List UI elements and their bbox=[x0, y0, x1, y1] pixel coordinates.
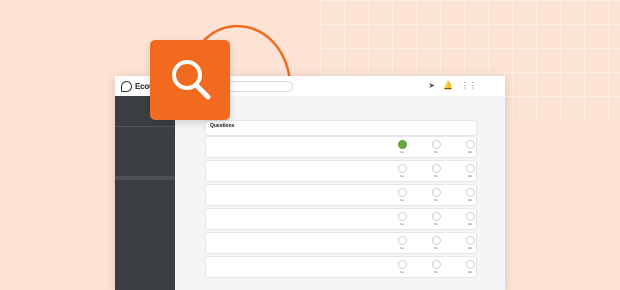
sidebar-item[interactable] bbox=[115, 168, 175, 172]
answer-option-label: No bbox=[434, 247, 438, 250]
radio-selected[interactable] bbox=[397, 140, 407, 149]
questions-title: Questions bbox=[210, 123, 235, 129]
answer-option-label: N/A bbox=[468, 199, 472, 202]
radio-button[interactable] bbox=[465, 188, 475, 197]
radio-button[interactable] bbox=[465, 140, 475, 149]
answer-option[interactable]: N/A bbox=[464, 140, 476, 154]
question-row: Yes No N/A bbox=[205, 136, 477, 158]
answer-option[interactable]: Yes bbox=[396, 212, 408, 226]
radio-button[interactable] bbox=[431, 260, 441, 269]
sidebar-item[interactable] bbox=[115, 191, 175, 195]
radio-button[interactable] bbox=[397, 164, 407, 173]
sidebar-item[interactable] bbox=[115, 198, 175, 202]
answer-option[interactable]: No bbox=[430, 164, 442, 178]
answer-option-label: N/A bbox=[468, 175, 472, 178]
sidebar-item[interactable] bbox=[115, 142, 175, 146]
answer-option-label: Yes bbox=[400, 247, 404, 250]
sidebar-item[interactable] bbox=[115, 250, 175, 254]
answer-option[interactable]: Yes bbox=[396, 236, 408, 250]
radio-button[interactable] bbox=[431, 188, 441, 197]
send-icon[interactable]: ➤ bbox=[428, 81, 435, 90]
answer-option-label: Yes bbox=[400, 175, 404, 178]
answer-option[interactable]: N/A bbox=[464, 164, 476, 178]
answer-option-label: No bbox=[434, 223, 438, 226]
answer-option[interactable]: No bbox=[430, 140, 442, 154]
main-content: Questions Yes No N/A Yes No N/A Yes No N/A Yes No N… bbox=[175, 96, 505, 290]
question-row: Yes No N/A bbox=[205, 256, 477, 278]
answer-option[interactable]: N/A bbox=[464, 236, 476, 250]
radio-button[interactable] bbox=[465, 212, 475, 221]
answer-option[interactable]: No bbox=[430, 236, 442, 250]
radio-button[interactable] bbox=[397, 188, 407, 197]
radio-button[interactable] bbox=[431, 212, 441, 221]
question-row: Yes No N/A bbox=[205, 184, 477, 206]
answer-option-label: No bbox=[434, 151, 438, 154]
answer-option[interactable]: No bbox=[430, 188, 442, 202]
answer-option-label: Yes bbox=[400, 199, 404, 202]
answer-option-label: No bbox=[434, 175, 438, 178]
sidebar-item[interactable] bbox=[115, 128, 175, 132]
question-row: Yes No N/A bbox=[205, 160, 477, 182]
sidebar bbox=[115, 96, 175, 290]
answer-option[interactable]: No bbox=[430, 260, 442, 274]
answer-option-label: Yes bbox=[400, 223, 404, 226]
answer-option[interactable]: No bbox=[430, 212, 442, 226]
logo-icon bbox=[121, 80, 132, 92]
radio-button[interactable] bbox=[397, 260, 407, 269]
bell-icon[interactable]: 🔔 bbox=[443, 81, 453, 90]
answer-option[interactable]: N/A bbox=[464, 260, 476, 274]
top-bar-icons: ➤ 🔔 ⋮⋮ bbox=[428, 81, 477, 90]
radio-button[interactable] bbox=[465, 236, 475, 245]
sidebar-item[interactable] bbox=[115, 236, 175, 240]
sidebar-item[interactable] bbox=[115, 184, 175, 188]
answer-option[interactable]: N/A bbox=[464, 188, 476, 202]
sidebar-item[interactable] bbox=[115, 162, 175, 166]
radio-button[interactable] bbox=[397, 236, 407, 245]
grid-icon[interactable]: ⋮⋮ bbox=[461, 81, 477, 90]
sidebar-item-active[interactable] bbox=[115, 176, 175, 180]
sidebar-item[interactable] bbox=[115, 205, 175, 209]
search-icon bbox=[172, 60, 211, 100]
answer-option[interactable]: Yes bbox=[396, 188, 408, 202]
sidebar-item[interactable] bbox=[115, 150, 175, 154]
answer-option[interactable]: Yes bbox=[396, 164, 408, 178]
answer-option-label: N/A bbox=[468, 247, 472, 250]
radio-button[interactable] bbox=[431, 164, 441, 173]
radio-button[interactable] bbox=[465, 164, 475, 173]
answer-option[interactable]: Yes bbox=[396, 140, 408, 154]
answer-option[interactable]: Yes bbox=[396, 260, 408, 274]
answer-option-label: N/A bbox=[468, 151, 472, 154]
answer-option-label: Yes bbox=[400, 271, 404, 274]
sidebar-item[interactable] bbox=[115, 156, 175, 160]
answer-option-label: Yes bbox=[400, 151, 404, 154]
answer-option[interactable]: N/A bbox=[464, 212, 476, 226]
search-input[interactable] bbox=[227, 81, 293, 92]
answer-option-label: N/A bbox=[468, 223, 472, 226]
answer-option-label: N/A bbox=[468, 271, 472, 274]
radio-button[interactable] bbox=[431, 140, 441, 149]
sidebar-item[interactable] bbox=[115, 134, 175, 138]
radio-button[interactable] bbox=[397, 212, 407, 221]
answer-option-label: No bbox=[434, 271, 438, 274]
search-badge bbox=[150, 40, 230, 120]
radio-button[interactable] bbox=[431, 236, 441, 245]
radio-button[interactable] bbox=[465, 260, 475, 269]
question-row: Yes No N/A bbox=[205, 232, 477, 254]
answer-option-label: No bbox=[434, 199, 438, 202]
sidebar-item[interactable] bbox=[115, 243, 175, 247]
questions-header-card: Questions bbox=[205, 120, 477, 136]
question-row: Yes No N/A bbox=[205, 208, 477, 230]
